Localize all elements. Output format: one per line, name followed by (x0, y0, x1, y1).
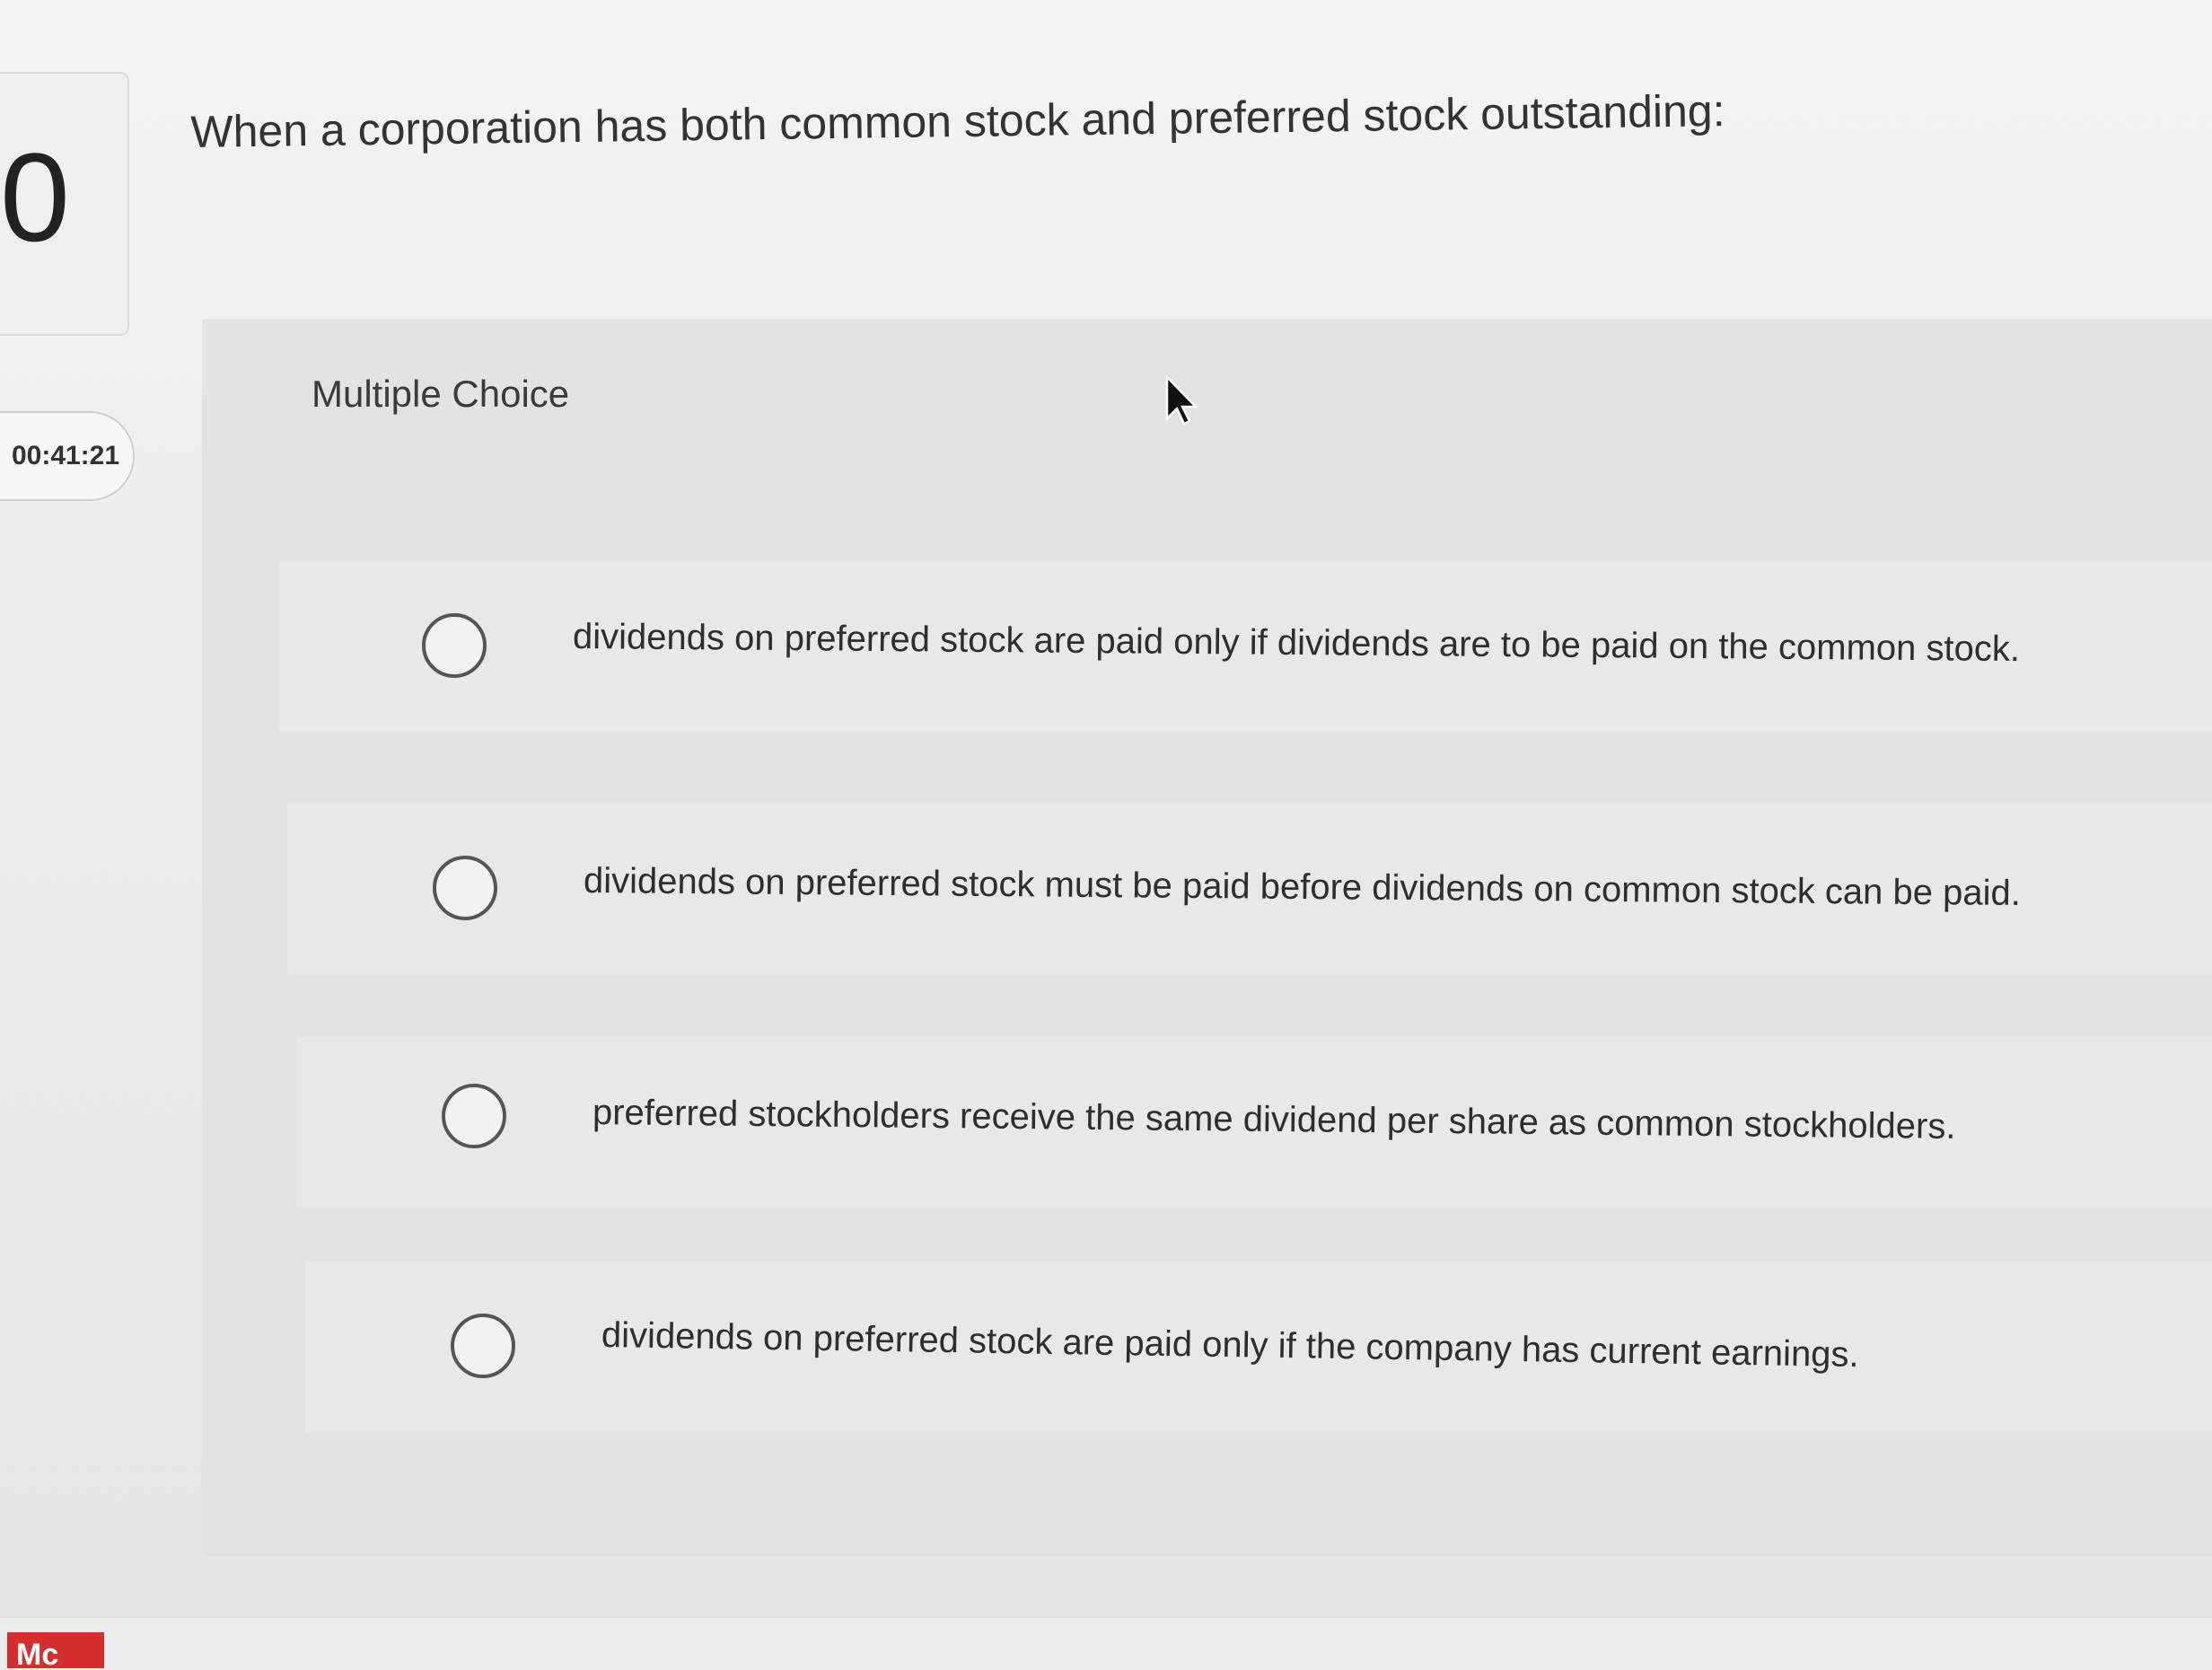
answer-option-label[interactable]: preferred stockholders receive the same … (592, 1093, 1956, 1147)
radio-button-icon[interactable] (433, 856, 497, 920)
answer-option-label[interactable]: dividends on preferred stock are paid on… (601, 1315, 1859, 1376)
answer-option-4[interactable]: dividends on preferred stock are paid on… (305, 1261, 2212, 1432)
answer-panel: Multiple Choice dividends on preferred s… (202, 319, 2212, 1558)
bottom-bar (0, 1616, 2212, 1670)
question-type-label: Multiple Choice (312, 373, 570, 415)
radio-button-icon[interactable] (451, 1314, 515, 1378)
answer-option-1[interactable]: dividends on preferred stock are paid on… (278, 561, 2212, 732)
question-number: 0 (0, 127, 70, 268)
timer: 00:41:21 (0, 411, 135, 501)
radio-button-icon[interactable] (422, 613, 487, 678)
answer-option-label[interactable]: dividends on preferred stock are paid on… (573, 617, 2020, 670)
answer-option-3[interactable]: preferred stockholders receive the same … (296, 1037, 2212, 1208)
publisher-logo: Mc (7, 1632, 104, 1668)
answer-option-2[interactable]: dividends on preferred stock must be pai… (287, 804, 2212, 974)
answer-option-label[interactable]: dividends on preferred stock must be pai… (584, 861, 2021, 914)
radio-button-icon[interactable] (442, 1084, 506, 1148)
mouse-pointer-icon (1165, 375, 1198, 426)
question-text: When a corporation has both common stock… (190, 85, 1725, 157)
